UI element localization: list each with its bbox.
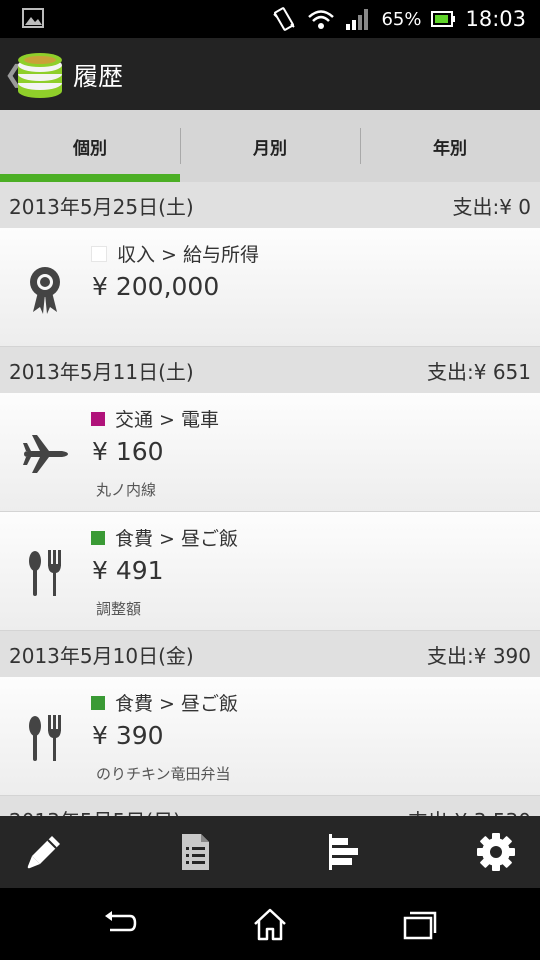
pen-icon[interactable] bbox=[24, 832, 64, 872]
wifi-icon bbox=[308, 10, 335, 29]
entry-category: 収入 > 給与所得 bbox=[91, 240, 259, 267]
action-bar: ❮ 履歴 bbox=[0, 38, 540, 110]
date-header: 2013年5月10日(金) 支出:¥ 390 bbox=[0, 631, 540, 677]
date-label: 2013年5月5日(日) bbox=[9, 805, 181, 817]
tab-individual[interactable]: 個別 bbox=[0, 110, 180, 182]
list-item[interactable]: 収入 > 給与所得 ¥ 200,000 bbox=[0, 228, 540, 347]
list-item[interactable]: 食費 > 昼ご飯 ¥ 491 調整額 bbox=[0, 512, 540, 631]
award-icon bbox=[30, 267, 60, 314]
signal-icon bbox=[346, 9, 369, 30]
date-header: 2013年5月25日(土) 支出:¥ 0 bbox=[0, 182, 540, 228]
category-color-swatch bbox=[91, 245, 107, 262]
date-header: 2013年5月11日(土) 支出:¥ 651 bbox=[0, 347, 540, 393]
status-bar: 65% 18:03 bbox=[0, 0, 540, 38]
entry-amount: ¥ 160 bbox=[92, 437, 164, 466]
image-notification-icon bbox=[22, 8, 44, 28]
category-text: 食費 > 昼ご飯 bbox=[115, 528, 238, 550]
tab-label: 月別 bbox=[253, 138, 287, 159]
bar-chart-icon[interactable] bbox=[325, 832, 365, 872]
entry-category: 食費 > 昼ご飯 bbox=[91, 524, 238, 551]
entry-amount: ¥ 390 bbox=[92, 721, 164, 750]
back-icon[interactable] bbox=[102, 906, 138, 942]
category-color-swatch bbox=[91, 530, 105, 545]
tab-yearly[interactable]: 年別 bbox=[360, 110, 540, 182]
status-icons: 65% 18:03 bbox=[271, 0, 526, 38]
battery-icon bbox=[431, 11, 456, 27]
category-text: 食費 > 昼ご飯 bbox=[115, 693, 238, 715]
document-list-icon[interactable] bbox=[175, 832, 215, 872]
airplane-icon bbox=[23, 435, 68, 473]
date-header: 2013年5月5日(日) 支出:¥ 3,530 bbox=[0, 796, 540, 816]
day-total: 支出:¥ 651 bbox=[427, 359, 531, 384]
category-color-swatch bbox=[91, 411, 105, 426]
system-nav-bar bbox=[0, 888, 540, 960]
gear-icon[interactable] bbox=[476, 832, 516, 872]
category-text: 収入 > 給与所得 bbox=[117, 244, 259, 266]
tab-label: 年別 bbox=[433, 138, 467, 159]
battery-percent: 65% bbox=[381, 8, 422, 30]
day-total: 支出:¥ 0 bbox=[452, 194, 531, 219]
home-icon[interactable] bbox=[252, 906, 288, 942]
page-title: 履歴 bbox=[73, 62, 124, 91]
day-total: 支出:¥ 3,530 bbox=[408, 805, 531, 817]
entry-amount: ¥ 200,000 bbox=[92, 272, 220, 301]
entry-memo: 丸ノ内線 bbox=[96, 481, 157, 499]
utensils-icon bbox=[29, 550, 61, 596]
category-text: 交通 > 電車 bbox=[115, 409, 219, 431]
entry-category: 食費 > 昼ご飯 bbox=[91, 689, 238, 716]
history-list[interactable]: 2013年5月25日(土) 支出:¥ 0 収入 > 給与所得 ¥ 200,000… bbox=[0, 182, 540, 816]
date-label: 2013年5月11日(土) bbox=[9, 359, 194, 384]
date-label: 2013年5月25日(土) bbox=[9, 194, 194, 219]
day-total: 支出:¥ 390 bbox=[427, 643, 531, 668]
tab-bar: 個別 月別 年別 bbox=[0, 110, 540, 182]
app-logo-coins-icon[interactable] bbox=[14, 50, 66, 100]
recent-apps-icon[interactable] bbox=[402, 906, 438, 942]
bottom-toolbar bbox=[0, 816, 540, 888]
date-label: 2013年5月10日(金) bbox=[9, 643, 194, 668]
entry-memo: 調整額 bbox=[96, 600, 142, 618]
entry-memo: のりチキン竜田弁当 bbox=[96, 765, 231, 783]
entry-category: 交通 > 電車 bbox=[91, 405, 219, 432]
entry-amount: ¥ 491 bbox=[92, 556, 164, 585]
list-item[interactable]: 交通 > 電車 ¥ 160 丸ノ内線 bbox=[0, 393, 540, 512]
list-item[interactable]: 食費 > 昼ご飯 ¥ 390 のりチキン竜田弁当 bbox=[0, 677, 540, 796]
tab-monthly[interactable]: 月別 bbox=[180, 110, 360, 182]
utensils-icon bbox=[29, 715, 61, 761]
vibrate-icon bbox=[273, 7, 296, 31]
tab-label: 個別 bbox=[73, 138, 107, 159]
clock: 18:03 bbox=[465, 7, 526, 31]
category-color-swatch bbox=[91, 695, 105, 710]
